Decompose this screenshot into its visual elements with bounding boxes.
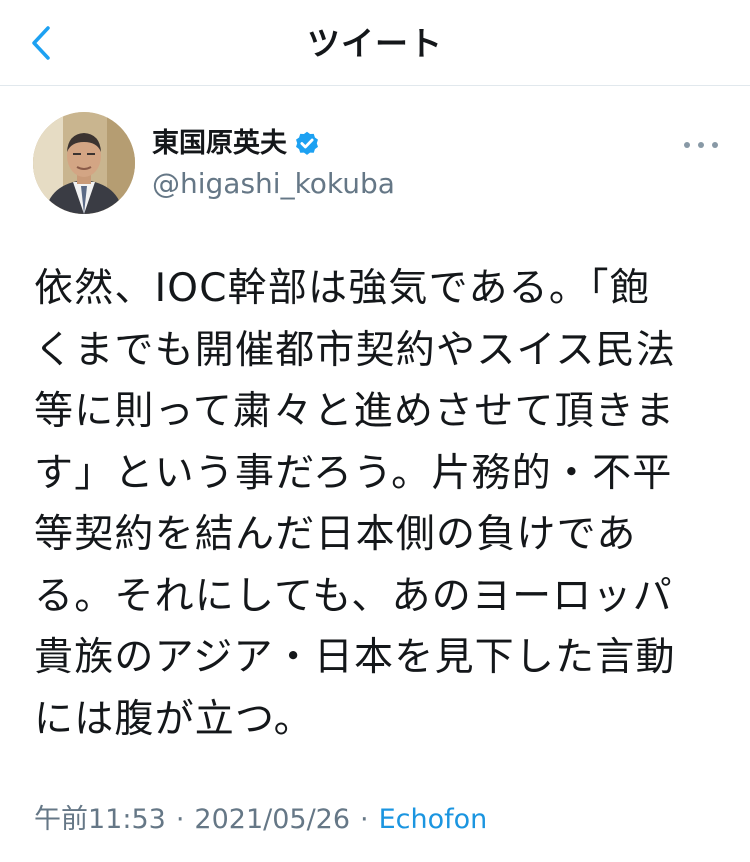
tweet-metadata: 午前11:53 · 2021/05/26 · Echofon [34, 800, 487, 840]
more-horizontal-icon [698, 142, 704, 148]
author-handle[interactable]: @higashi_kokuba [152, 166, 395, 202]
meta-separator: · [360, 804, 369, 835]
tweet-source-link[interactable]: Echofon [379, 800, 488, 840]
author-name-row[interactable]: 東国原英夫 [152, 126, 321, 162]
page-title: ツイート [307, 24, 443, 63]
meta-separator: · [175, 804, 185, 835]
tweet-time: 午前11:53 [34, 804, 166, 835]
more-horizontal-icon [712, 142, 718, 148]
verified-badge-icon [296, 131, 318, 155]
tweet-date: 2021/05/26 [194, 804, 351, 835]
author-name[interactable]: 東国原英夫 [152, 126, 287, 162]
more-horizontal-icon [684, 142, 690, 148]
navigation-bar: ツイート [0, 0, 750, 86]
avatar[interactable] [33, 112, 135, 214]
profile-photo [33, 112, 135, 214]
tweet-text: 依然、IOC幹部は強気である。「飽 くまでも開催都市契約やスイス民法 等に則って… [34, 266, 677, 742]
more-options-button[interactable] [684, 132, 718, 158]
